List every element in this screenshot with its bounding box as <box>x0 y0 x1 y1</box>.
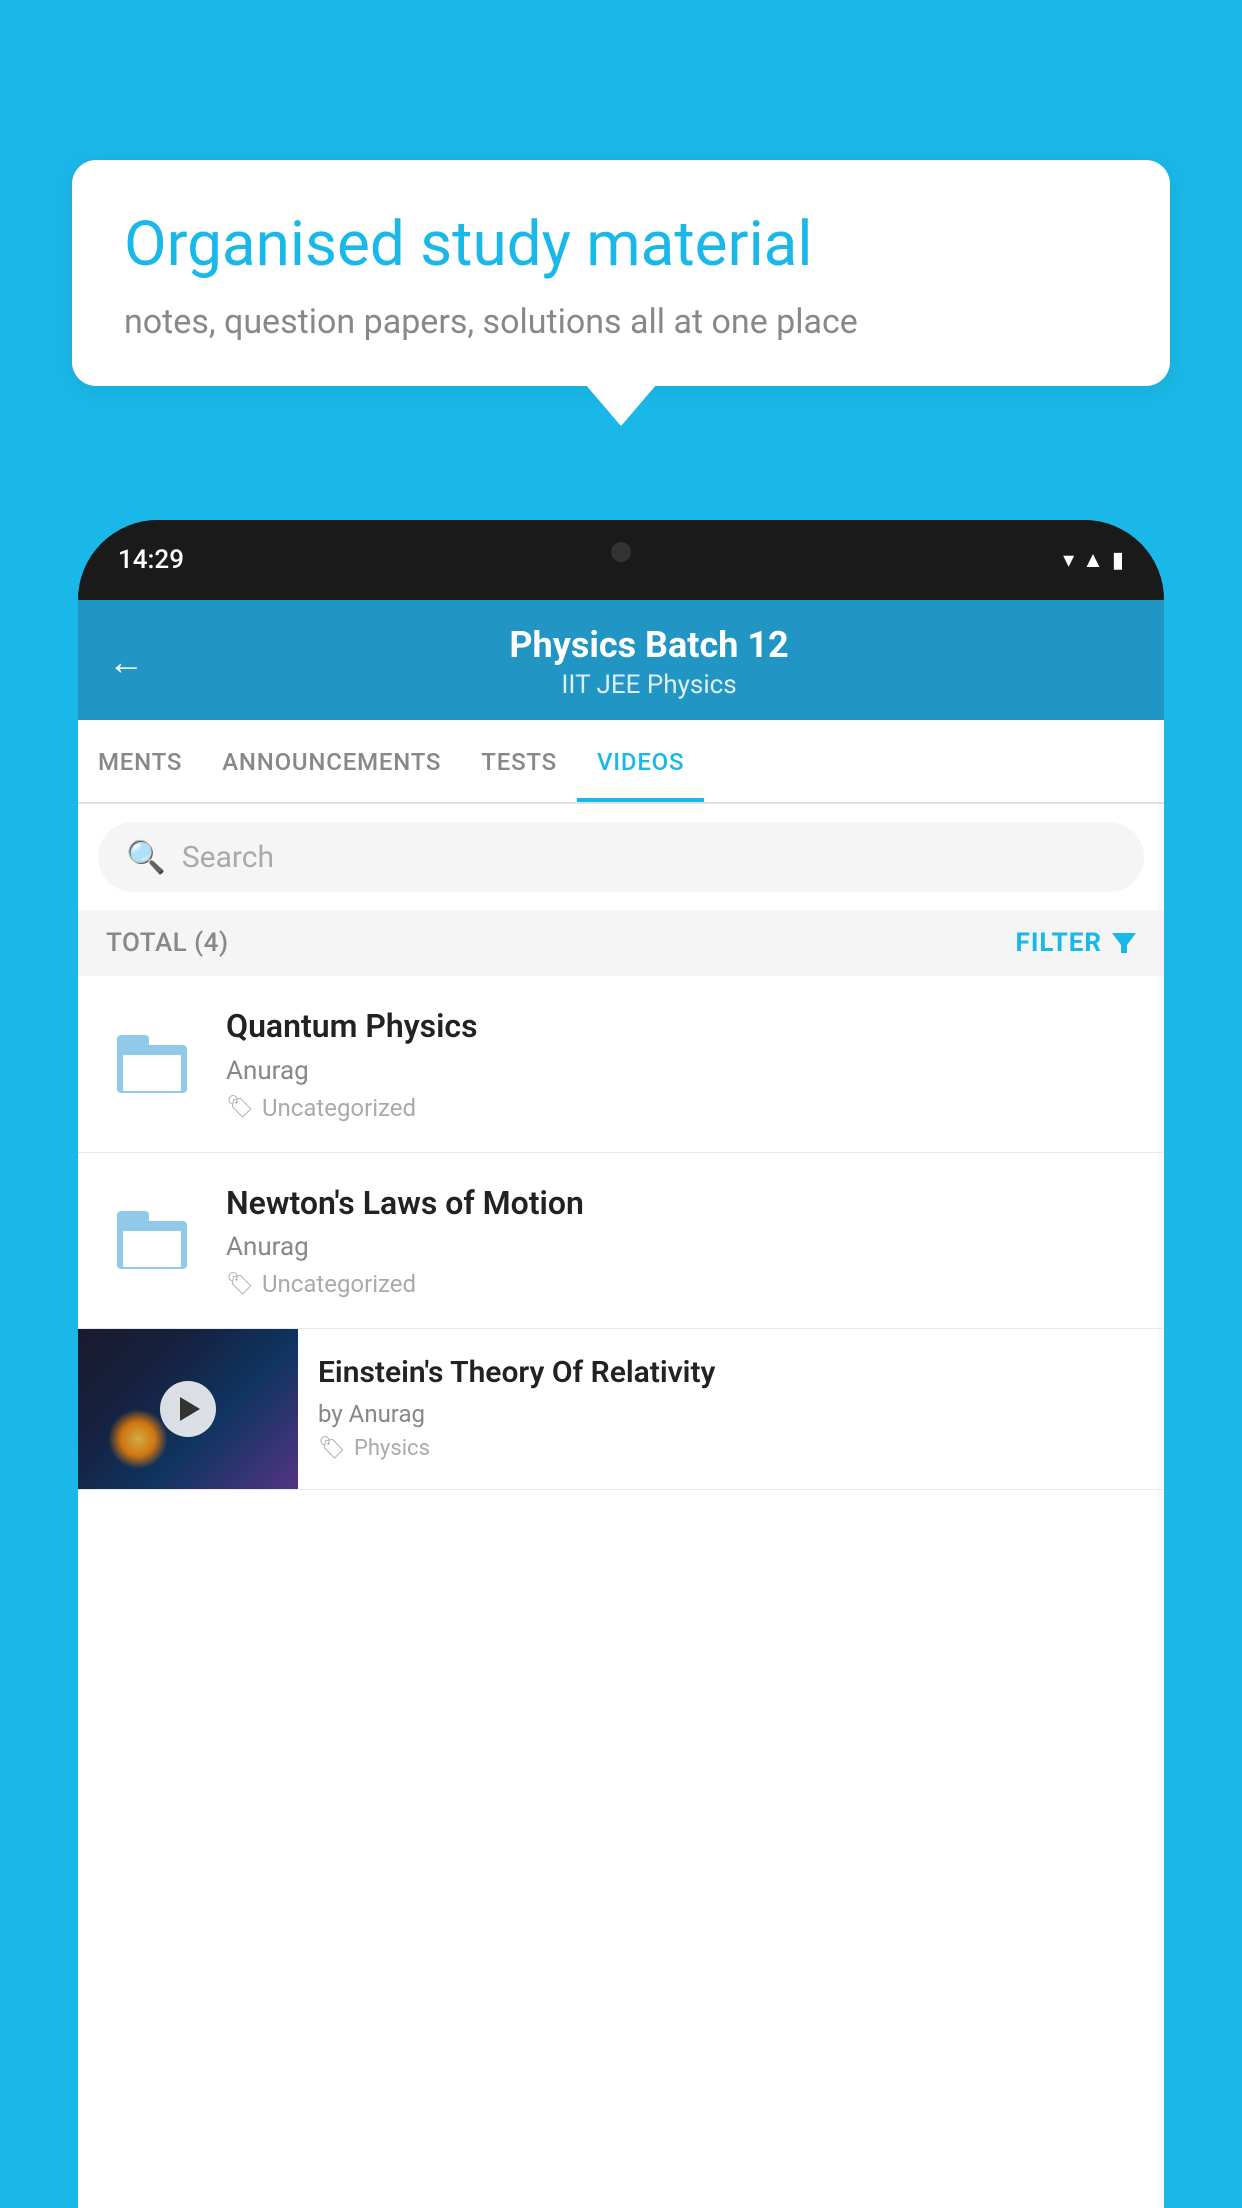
video-info: Einstein's Theory Of Relativity by Anura… <box>298 1329 1164 1485</box>
header-title: Physics Batch 12 <box>164 624 1134 666</box>
tag-label: Physics <box>354 1436 430 1461</box>
folder-icon <box>117 1035 187 1093</box>
video-title: Quantum Physics <box>226 1006 1140 1048</box>
filter-label: FILTER <box>1016 928 1102 958</box>
folder-icon <box>117 1211 187 1269</box>
search-placeholder: Search <box>182 840 274 875</box>
list-item[interactable]: Newton's Laws of Motion Anurag 🏷 Uncateg… <box>78 1153 1164 1330</box>
battery-icon: ▮ <box>1112 548 1124 573</box>
video-title: Einstein's Theory Of Relativity <box>318 1353 1144 1392</box>
search-icon: 🔍 <box>126 838 166 876</box>
list-item[interactable]: Quantum Physics Anurag 🏷 Uncategorized <box>78 976 1164 1153</box>
phone-time: 14:29 <box>118 545 184 575</box>
header-subtitle: IIT JEE Physics <box>164 670 1134 700</box>
app-header: ← Physics Batch 12 IIT JEE Physics <box>78 600 1164 720</box>
phone-frame: 14:29 ▾ ▲ ▮ ← Physics Batch 12 IIT JEE P… <box>78 520 1164 2208</box>
tab-videos[interactable]: VIDEOS <box>577 720 704 802</box>
play-button[interactable] <box>160 1381 216 1437</box>
thumbnail-glow <box>108 1409 168 1469</box>
app-screen: ← Physics Batch 12 IIT JEE Physics MENTS… <box>78 600 1164 2208</box>
video-author: by Anurag <box>318 1400 1144 1428</box>
bubble-subtitle: notes, question papers, solutions all at… <box>124 302 1118 342</box>
bubble-title: Organised study material <box>124 208 1118 282</box>
folder-front <box>121 1053 183 1093</box>
tab-tests[interactable]: TESTS <box>461 720 577 802</box>
video-tag: 🏷 Uncategorized <box>226 1094 1140 1122</box>
video-author: Anurag <box>226 1232 1140 1262</box>
filter-bar: TOTAL (4) FILTER <box>78 910 1164 976</box>
wifi-icon: ▾ <box>1063 548 1074 573</box>
list-item[interactable]: Einstein's Theory Of Relativity by Anura… <box>78 1329 1164 1490</box>
filter-icon <box>1112 933 1136 953</box>
video-tag: 🏷 Uncategorized <box>226 1270 1140 1298</box>
video-tag: 🏷 Physics <box>318 1436 1144 1461</box>
header-title-block: Physics Batch 12 IIT JEE Physics <box>164 624 1134 700</box>
folder-icon-wrap <box>102 1211 202 1269</box>
tab-announcements[interactable]: ANNOUNCEMENTS <box>202 720 461 802</box>
video-info: Quantum Physics Anurag 🏷 Uncategorized <box>226 1006 1140 1122</box>
phone-camera <box>611 542 631 562</box>
video-info: Newton's Laws of Motion Anurag 🏷 Uncateg… <box>226 1183 1140 1299</box>
video-thumbnail <box>78 1329 298 1489</box>
folder-front <box>121 1229 183 1269</box>
folder-icon-wrap <box>102 1035 202 1093</box>
signal-icon: ▲ <box>1082 547 1104 573</box>
speech-bubble: Organised study material notes, question… <box>72 160 1170 386</box>
search-container: 🔍 Search <box>78 804 1164 910</box>
status-icons: ▾ ▲ ▮ <box>1063 547 1124 573</box>
tag-label: Uncategorized <box>262 1270 416 1298</box>
tabs-bar: MENTS ANNOUNCEMENTS TESTS VIDEOS <box>78 720 1164 804</box>
filter-button[interactable]: FILTER <box>1016 928 1136 958</box>
video-list: Quantum Physics Anurag 🏷 Uncategorized <box>78 976 1164 2208</box>
video-title: Newton's Laws of Motion <box>226 1183 1140 1225</box>
play-icon <box>180 1397 200 1421</box>
back-button[interactable]: ← <box>108 641 144 683</box>
phone-notch <box>581 540 661 564</box>
tab-ments[interactable]: MENTS <box>78 720 202 802</box>
tag-icon: 🏷 <box>226 1095 254 1120</box>
search-bar[interactable]: 🔍 Search <box>98 822 1144 892</box>
tag-icon: 🏷 <box>226 1272 254 1297</box>
video-author: Anurag <box>226 1056 1140 1086</box>
tag-icon: 🏷 <box>318 1436 346 1461</box>
phone-status-bar: 14:29 ▾ ▲ ▮ <box>78 520 1164 600</box>
total-count: TOTAL (4) <box>106 928 229 958</box>
tag-label: Uncategorized <box>262 1094 416 1122</box>
